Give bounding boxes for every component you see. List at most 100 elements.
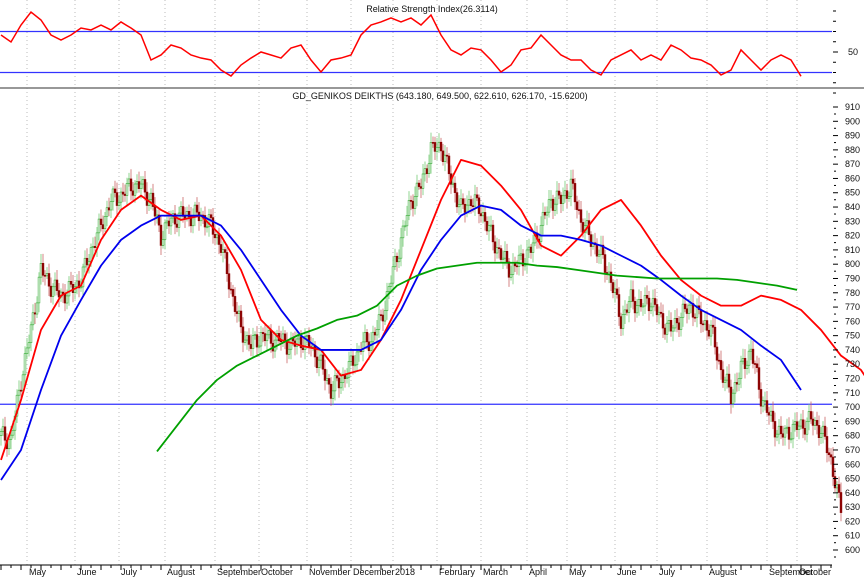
- rsi-title: Relative Strength Index(26.3114): [366, 4, 497, 14]
- candle-body: [571, 178, 575, 184]
- y-tick-label: 740: [845, 345, 860, 355]
- candle-body: [563, 190, 567, 197]
- candle-body: [349, 355, 353, 362]
- month-label: May: [569, 567, 587, 577]
- candle-body: [681, 303, 685, 318]
- candle-body: [129, 178, 133, 192]
- candle-body: [369, 341, 373, 352]
- candle-body: [551, 198, 555, 211]
- candle-body: [711, 324, 715, 328]
- candle-body: [105, 207, 109, 217]
- candle-body: [371, 331, 375, 343]
- y-tick-label: 690: [845, 416, 860, 426]
- candle-body: [739, 360, 743, 379]
- candle-body: [761, 400, 765, 407]
- candle-body: [9, 434, 13, 440]
- candle-body: [335, 375, 339, 379]
- candle-body: [455, 192, 459, 208]
- candle-body: [29, 324, 33, 343]
- candle-body: [497, 247, 501, 249]
- candle-body: [259, 332, 263, 347]
- candle-body: [663, 327, 667, 335]
- candle-body: [677, 322, 681, 330]
- candle-body: [473, 194, 477, 207]
- candle-body: [373, 331, 377, 336]
- candle-body: [205, 226, 209, 229]
- candle-body: [117, 201, 121, 206]
- candle-body: [707, 329, 711, 337]
- candle-body: [807, 411, 811, 422]
- candle-body: [787, 426, 791, 440]
- candle-body: [475, 194, 479, 199]
- candle-body: [419, 186, 423, 189]
- candle-body: [515, 265, 519, 268]
- candle-body: [83, 257, 87, 268]
- candle-body: [585, 220, 589, 227]
- candle-body: [837, 484, 841, 493]
- candle-body: [261, 332, 265, 334]
- candle-body: [625, 309, 629, 313]
- candle-body: [245, 335, 249, 341]
- candle-body: [819, 433, 823, 438]
- y-tick-label: 620: [845, 516, 860, 526]
- candle-body: [445, 154, 449, 157]
- candle-body: [693, 316, 697, 319]
- candle-body: [435, 147, 439, 152]
- candle-body: [331, 390, 335, 399]
- candle-body: [511, 262, 515, 275]
- candle-body: [111, 188, 115, 202]
- candle-body: [541, 211, 545, 226]
- candle-body: [175, 223, 179, 228]
- month-label: September: [217, 567, 261, 577]
- candle-body: [603, 254, 607, 273]
- candle-body: [411, 200, 415, 209]
- candle-body: [651, 298, 655, 308]
- candle-body: [759, 389, 763, 407]
- candle-body: [649, 306, 653, 312]
- candle-body: [409, 200, 413, 202]
- candle-body: [503, 251, 507, 259]
- y-tick-label: 860: [845, 173, 860, 183]
- candle-body: [377, 314, 381, 330]
- candle-body: [823, 425, 827, 437]
- candle-body: [339, 382, 343, 389]
- candle-body: [687, 304, 691, 314]
- candle-body: [775, 433, 779, 438]
- candle-body: [285, 340, 289, 355]
- candle-body: [661, 313, 665, 329]
- candle-body: [227, 273, 231, 290]
- candle-body: [229, 288, 233, 291]
- y-tick-label: 850: [845, 188, 860, 198]
- candle-body: [39, 262, 43, 278]
- y-tick-label: 660: [845, 459, 860, 469]
- month-label: April: [529, 567, 547, 577]
- candle-body: [731, 392, 735, 404]
- candle-body: [543, 211, 547, 216]
- candle-body: [805, 420, 809, 435]
- candle-body: [381, 314, 385, 322]
- y-tick-label: 640: [845, 488, 860, 498]
- candle-body: [121, 191, 125, 195]
- month-label: October: [261, 567, 293, 577]
- candle-body: [167, 220, 171, 227]
- month-label: February: [439, 567, 476, 577]
- candle-body: [675, 318, 679, 324]
- candle-body: [701, 323, 705, 326]
- candle-body: [269, 330, 273, 344]
- candle-body: [75, 280, 79, 288]
- candle-body: [225, 252, 229, 275]
- candle-body: [741, 358, 745, 362]
- candle-body: [765, 400, 769, 413]
- candle-body: [107, 207, 111, 211]
- candle-body: [169, 217, 173, 227]
- candle-body: [619, 316, 623, 329]
- candle-body: [135, 181, 139, 185]
- candle-body: [545, 211, 549, 216]
- moving-average-line: [156, 261, 798, 452]
- candle-body: [319, 354, 323, 361]
- candle-body: [493, 241, 497, 254]
- candle-body: [327, 378, 331, 385]
- candle-body: [685, 308, 689, 314]
- candle-body: [241, 326, 245, 343]
- candle-body: [793, 421, 797, 425]
